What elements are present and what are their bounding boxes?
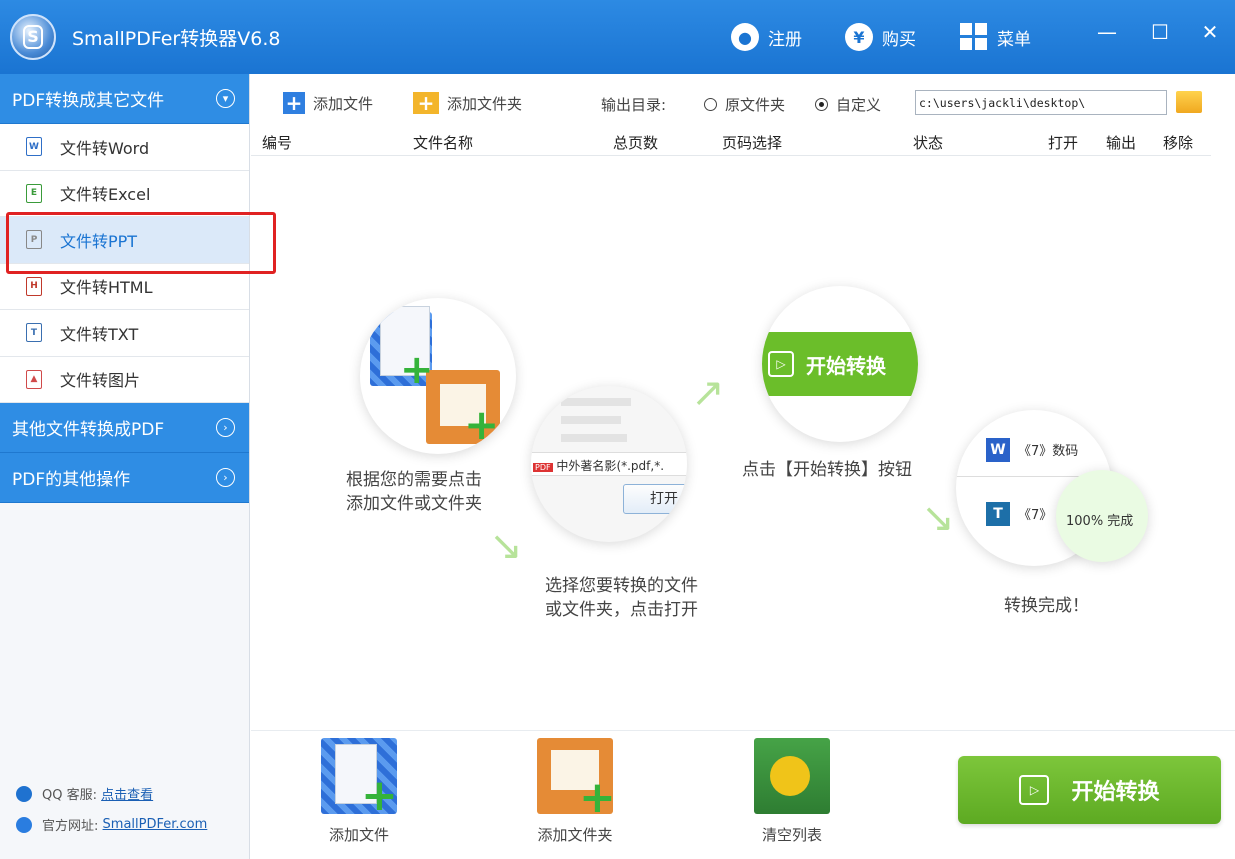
sidebar-item-txt[interactable]: T 文件转TXT xyxy=(0,310,249,357)
radio-custom-folder[interactable]: 自定义 xyxy=(815,94,881,115)
step1-caption: 根据您的需要点击 添加文件或文件夹 xyxy=(346,470,482,514)
add-file-button[interactable]: + 添加文件 xyxy=(283,91,373,115)
word-app-icon: W xyxy=(986,438,1010,462)
col-pages: 总页数 xyxy=(613,134,659,152)
col-remove: 移除 xyxy=(1163,134,1194,152)
arrow-icon: ↗ xyxy=(691,370,725,416)
bottom-add-file-button[interactable]: + 添加文件 xyxy=(304,738,414,845)
menu-button[interactable]: 菜单 xyxy=(960,22,1031,52)
html-doc-icon: H xyxy=(26,276,42,296)
qq-icon xyxy=(16,785,32,802)
col-page-select: 页码选择 xyxy=(722,134,783,152)
chevron-down-icon: ▾ xyxy=(216,89,235,108)
step3-caption: 点击【开始转换】按钮 xyxy=(742,460,912,480)
browser-icon xyxy=(16,816,32,833)
add-folder-button[interactable]: + 添加文件夹 xyxy=(413,91,522,115)
txt-app-icon: T xyxy=(986,502,1010,526)
pdf-file-icon: PDF xyxy=(533,463,553,472)
close-button[interactable]: ✕ xyxy=(1195,20,1225,44)
plus-icon: + xyxy=(464,400,500,449)
progress-text: 100% 完成 xyxy=(1066,514,1134,529)
maximize-button[interactable]: ☐ xyxy=(1145,20,1175,44)
step1-circle: + + xyxy=(360,298,516,454)
bottom-clear-list-button[interactable]: 清空列表 xyxy=(737,738,847,845)
word-doc-icon: W xyxy=(26,137,42,157)
sidebar-item-html[interactable]: H 文件转HTML xyxy=(0,263,249,310)
broom-icon xyxy=(754,738,830,814)
plus-icon: + xyxy=(400,347,434,393)
qq-support: QQ 客服: 点击查看 xyxy=(16,784,153,803)
txt-doc-icon: T xyxy=(26,323,42,343)
sidebar-item-image[interactable]: ▲ 文件转图片 xyxy=(0,356,249,403)
sidebar-item-excel[interactable]: E 文件转Excel xyxy=(0,170,249,217)
step2-circle: PDF 中外著名影(*.pdf,*. 打开 xyxy=(531,386,687,542)
chevron-right-icon: › xyxy=(216,418,235,437)
app-title: SmallPDFer转换器V6.8 xyxy=(72,28,281,50)
grid-menu-icon xyxy=(960,23,988,51)
col-status: 状态 xyxy=(913,134,944,152)
step4-caption: 转换完成！ xyxy=(1004,596,1089,616)
yen-icon: ¥ xyxy=(845,23,873,51)
bottom-add-folder-button[interactable]: + 添加文件夹 xyxy=(520,738,630,845)
step3-circle: ▷ 开始转换 xyxy=(762,286,918,442)
start-convert-button[interactable]: ▷ 开始转换 xyxy=(958,756,1221,824)
sidebar: PDF转换成其它文件 ▾ W 文件转Word E 文件转Excel P 文件转PPT … xyxy=(0,74,250,859)
file-table-header: 编号 文件名称 总页数 页码选择 状态 打开 输出 移除 xyxy=(251,130,1211,156)
official-site: 官方网址: SmallPDFer.com xyxy=(16,815,207,834)
col-output: 输出 xyxy=(1106,134,1137,152)
section-pdf-other-ops[interactable]: PDF的其他操作 › xyxy=(0,453,249,503)
register-button[interactable]: ● 注册 xyxy=(731,22,802,52)
play-icon: ▷ xyxy=(1019,775,1050,805)
qq-support-link[interactable]: 点击查看 xyxy=(101,784,153,803)
add-file-icon: + xyxy=(321,738,398,818)
title-bar: S SmallPDFer转换器V6.8 ● 注册 ¥ 购买 菜单 — ☐ ✕ xyxy=(0,0,1235,74)
sidebar-item-word[interactable]: W 文件转Word xyxy=(0,124,249,171)
sidebar-item-ppt[interactable]: P 文件转PPT xyxy=(0,217,249,264)
output-path-input[interactable] xyxy=(915,90,1167,115)
buy-button[interactable]: ¥ 购买 xyxy=(845,22,916,52)
image-doc-icon: ▲ xyxy=(26,369,42,389)
output-dir-label: 输出目录: xyxy=(601,96,667,114)
col-number: 编号 xyxy=(262,134,293,152)
minimize-button[interactable]: — xyxy=(1092,20,1122,44)
bottom-divider xyxy=(251,730,1235,731)
official-site-link[interactable]: SmallPDFer.com xyxy=(103,817,208,832)
app-logo-icon: S xyxy=(10,14,56,60)
arrow-icon: ↘ xyxy=(921,495,955,541)
progress-circle: 100% 完成 xyxy=(1056,470,1148,562)
add-folder-icon: + xyxy=(537,738,616,820)
ppt-doc-icon: P xyxy=(26,230,42,250)
radio-original-folder[interactable]: 原文件夹 xyxy=(704,94,785,115)
user-icon: ● xyxy=(731,23,759,51)
add-folder-icon: + xyxy=(413,91,439,115)
browse-folder-icon[interactable] xyxy=(1176,91,1202,113)
arrow-icon: ↘ xyxy=(489,523,523,569)
add-file-icon: + xyxy=(283,91,305,115)
col-open: 打开 xyxy=(1048,134,1079,152)
section-other-to-pdf[interactable]: 其他文件转换成PDF › xyxy=(0,403,249,453)
play-icon: ▷ xyxy=(768,351,794,377)
step2-caption: 选择您要转换的文件 或文件夹，点击打开 xyxy=(545,576,698,620)
main-toolbar: + 添加文件 + 添加文件夹 输出目录: 原文件夹 自定义 xyxy=(251,74,1235,130)
excel-doc-icon: E xyxy=(26,183,42,203)
col-filename: 文件名称 xyxy=(413,134,474,152)
chevron-right-icon: › xyxy=(216,468,235,487)
open-button-illustration: 打开 xyxy=(623,484,687,514)
section-pdf-to-other[interactable]: PDF转换成其它文件 ▾ xyxy=(0,74,249,124)
